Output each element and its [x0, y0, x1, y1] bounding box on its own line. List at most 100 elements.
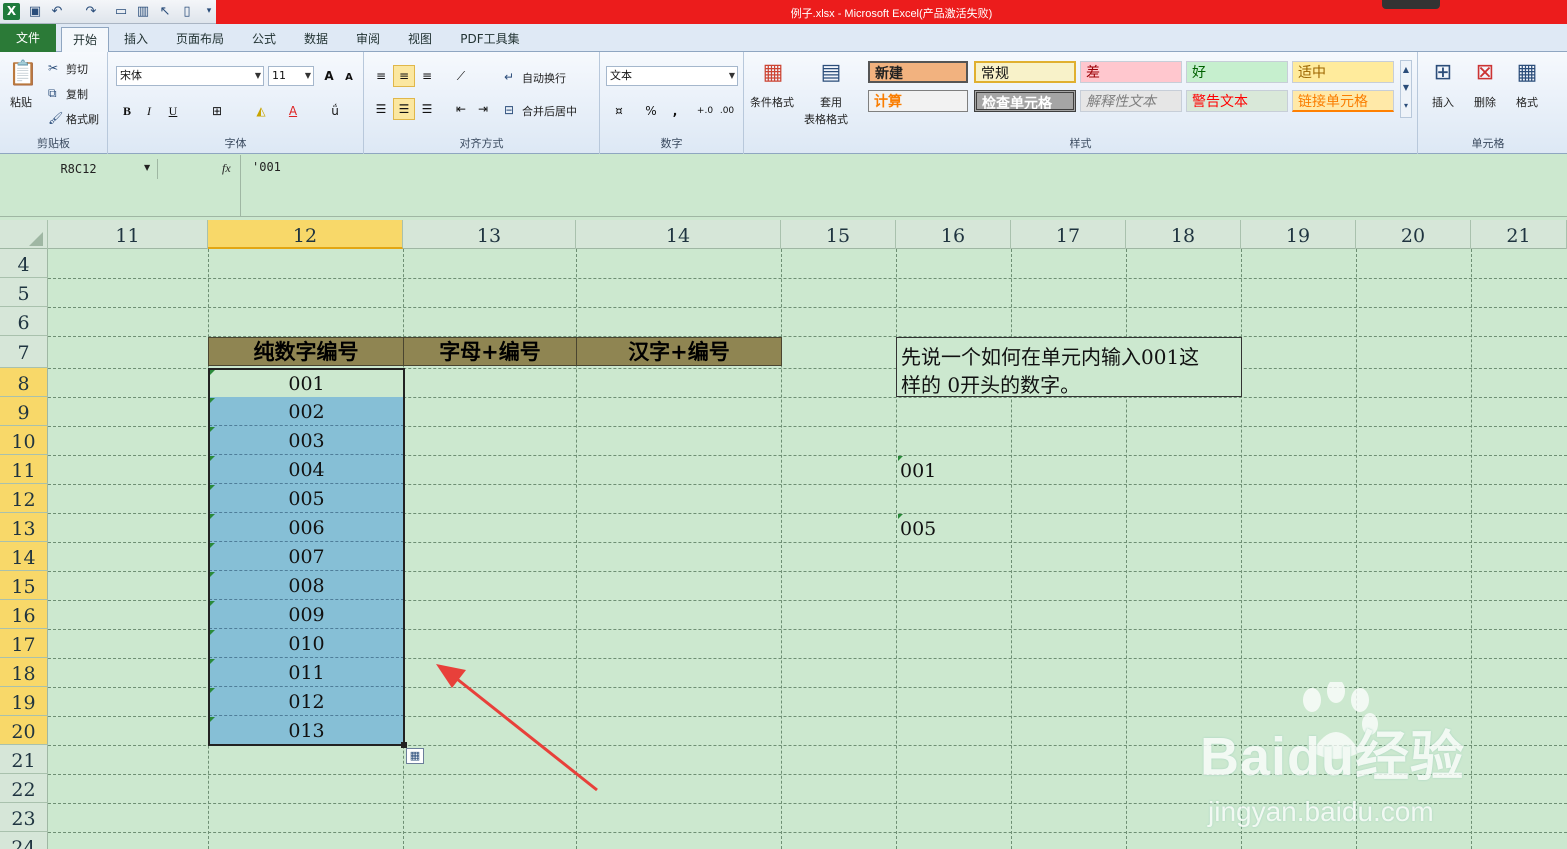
- pointer-icon[interactable]: ↖: [156, 3, 174, 20]
- undo-icon[interactable]: ↶: [48, 3, 66, 20]
- style-explanatory[interactable]: 解释性文本: [1080, 90, 1182, 112]
- table-format-line2[interactable]: 表格格式: [804, 111, 848, 127]
- row-header[interactable]: 23: [0, 803, 48, 832]
- align-bottom-icon[interactable]: ≡: [416, 65, 438, 87]
- font-name-combo[interactable]: 宋体 ▼: [116, 66, 264, 86]
- number-cell[interactable]: 006: [209, 513, 404, 542]
- align-middle-icon[interactable]: ≡: [393, 65, 415, 87]
- paste-icon[interactable]: 📋: [8, 58, 38, 88]
- row-header-selected[interactable]: 20: [0, 716, 48, 745]
- copy-button[interactable]: 复制: [66, 86, 88, 102]
- row-header[interactable]: 4: [0, 249, 48, 278]
- format-painter-button[interactable]: 格式刷: [66, 111, 99, 127]
- styles-scroll-icon[interactable]: ▲ ▼ ▾: [1400, 60, 1412, 118]
- row-header-selected[interactable]: 12: [0, 484, 48, 513]
- column-header-selected[interactable]: 12: [208, 220, 403, 249]
- style-neutral[interactable]: 适中: [1292, 61, 1394, 83]
- format-cells-button[interactable]: 格式: [1516, 94, 1538, 110]
- borders-icon[interactable]: ⊞: [206, 100, 228, 122]
- increase-indent-icon[interactable]: ⇥: [472, 98, 494, 120]
- font-size-combo[interactable]: 11 ▼: [268, 66, 314, 86]
- row-header-selected[interactable]: 16: [0, 600, 48, 629]
- number-cell[interactable]: 001: [209, 369, 404, 398]
- orientation-icon[interactable]: ⟋: [450, 65, 472, 87]
- column-header[interactable]: 19: [1241, 220, 1356, 249]
- merge-center-icon[interactable]: ⊟: [504, 102, 514, 118]
- new-document-icon[interactable]: ▯: [178, 3, 196, 20]
- decrease-indent-icon[interactable]: ⇤: [450, 98, 472, 120]
- currency-icon[interactable]: ¤: [608, 100, 630, 122]
- italic-button[interactable]: I: [138, 100, 160, 122]
- row-header-selected[interactable]: 19: [0, 687, 48, 716]
- table-format-icon[interactable]: ▤: [814, 58, 848, 88]
- delete-cells-button[interactable]: 删除: [1474, 94, 1496, 110]
- row-header-selected[interactable]: 13: [0, 513, 48, 542]
- row-header[interactable]: 21: [0, 745, 48, 774]
- copy-icon[interactable]: ⧉: [48, 85, 57, 101]
- delete-cells-icon[interactable]: ⊠: [1470, 58, 1500, 88]
- comma-button[interactable]: ,: [664, 100, 686, 122]
- open-folder-icon[interactable]: ▭: [112, 3, 130, 20]
- row-header[interactable]: 24: [0, 832, 48, 849]
- column-header[interactable]: 21: [1471, 220, 1567, 249]
- column-header[interactable]: 17: [1011, 220, 1126, 249]
- row-header-selected[interactable]: 14: [0, 542, 48, 571]
- align-center-icon[interactable]: ☰: [393, 98, 415, 120]
- tab-review[interactable]: 审阅: [348, 27, 388, 52]
- column-header[interactable]: 15: [781, 220, 896, 249]
- align-right-icon[interactable]: ☰: [416, 98, 438, 120]
- merge-center-button[interactable]: 合并后居中: [522, 103, 577, 119]
- insert-cells-icon[interactable]: ⊞: [1428, 58, 1458, 88]
- row-header-selected[interactable]: 10: [0, 426, 48, 455]
- cut-button[interactable]: 剪切: [66, 61, 88, 77]
- tab-pdf-tools[interactable]: PDF工具集: [452, 27, 528, 52]
- fill-color-icon[interactable]: ◭: [250, 100, 272, 122]
- column-header[interactable]: 11: [48, 220, 208, 249]
- number-cell[interactable]: 008: [209, 571, 404, 600]
- tab-insert[interactable]: 插入: [116, 27, 156, 52]
- table-format-line1[interactable]: 套用: [820, 94, 842, 110]
- number-format-combo[interactable]: 文本 ▼: [606, 66, 738, 86]
- auto-fill-options-icon[interactable]: ▦: [406, 748, 424, 764]
- tab-formulas[interactable]: 公式: [244, 27, 284, 52]
- fill-handle[interactable]: [401, 742, 407, 748]
- tab-page-layout[interactable]: 页面布局: [168, 27, 232, 52]
- row-header-selected[interactable]: 8: [0, 368, 48, 397]
- number-cell[interactable]: 005: [209, 484, 404, 513]
- header-cell-letter-number[interactable]: 字母+编号: [403, 337, 577, 366]
- row-header[interactable]: 7: [0, 336, 48, 368]
- shrink-font-button[interactable]: A: [338, 67, 360, 89]
- redo-icon[interactable]: ↷: [82, 3, 100, 20]
- side-value-cell[interactable]: 001: [900, 460, 936, 482]
- number-cell[interactable]: 004: [209, 455, 404, 484]
- function-icon[interactable]: fx: [222, 161, 231, 176]
- tab-home[interactable]: 开始: [61, 27, 109, 52]
- style-new[interactable]: 新建: [868, 61, 968, 83]
- align-top-icon[interactable]: ≡: [370, 65, 392, 87]
- number-cell[interactable]: 007: [209, 542, 404, 571]
- increase-decimal-icon[interactable]: +.0: [694, 100, 716, 122]
- align-left-icon[interactable]: ☰: [370, 98, 392, 120]
- number-cell[interactable]: 012: [209, 687, 404, 716]
- bold-button[interactable]: B: [116, 100, 138, 122]
- row-header[interactable]: 6: [0, 307, 48, 336]
- percent-button[interactable]: %: [640, 100, 662, 122]
- header-cell-pure-number[interactable]: 纯数字编号: [208, 337, 404, 366]
- phonetic-icon[interactable]: ǘ: [324, 100, 346, 122]
- paste-label[interactable]: 粘贴: [10, 94, 32, 110]
- header-cell-chinese-number[interactable]: 汉字+编号: [576, 337, 782, 366]
- grow-font-button[interactable]: A: [318, 65, 340, 87]
- cut-icon[interactable]: ✂: [48, 60, 58, 76]
- column-header[interactable]: 13: [403, 220, 576, 249]
- style-good[interactable]: 好: [1186, 61, 1288, 83]
- row-header-selected[interactable]: 18: [0, 658, 48, 687]
- tab-data[interactable]: 数据: [296, 27, 336, 52]
- style-check-cell[interactable]: 检查单元格: [974, 90, 1076, 112]
- conditional-format-icon[interactable]: ▦: [756, 58, 790, 88]
- number-cell[interactable]: 002: [209, 397, 404, 426]
- wrap-text-button[interactable]: 自动换行: [522, 70, 566, 86]
- underline-button[interactable]: U: [162, 100, 184, 122]
- row-header-selected[interactable]: 9: [0, 397, 48, 426]
- column-header[interactable]: 16: [896, 220, 1011, 249]
- column-header[interactable]: 20: [1356, 220, 1471, 249]
